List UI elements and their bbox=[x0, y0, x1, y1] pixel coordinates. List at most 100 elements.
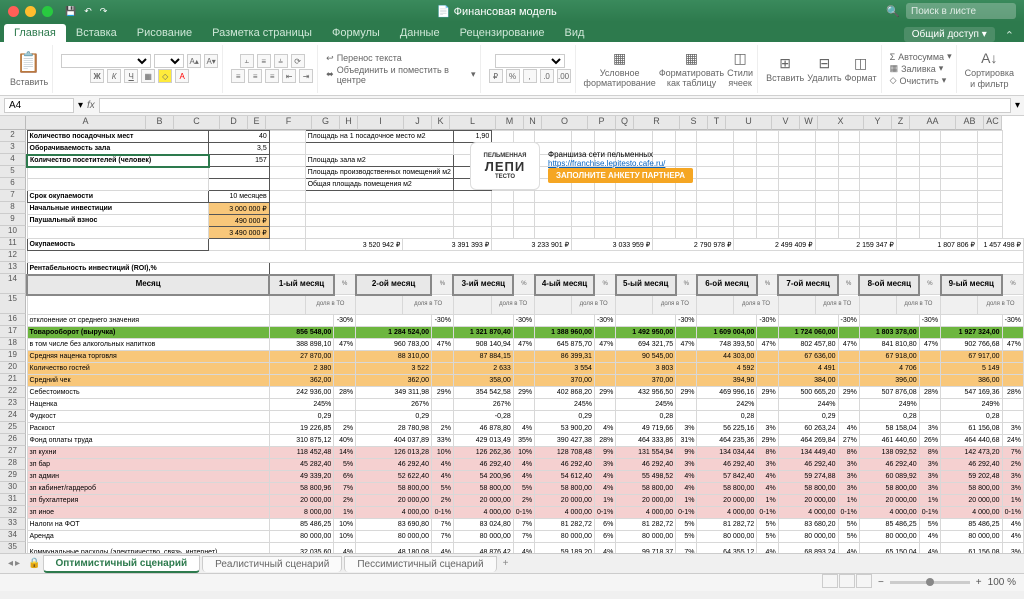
col-header-M[interactable]: M bbox=[496, 116, 524, 130]
sheet-tab-optimistic[interactable]: Оптимистичный сценарий bbox=[43, 555, 201, 573]
name-box[interactable]: A4 bbox=[4, 98, 74, 113]
autosum-icon[interactable]: Σ bbox=[890, 52, 896, 62]
conditional-format-icon[interactable]: ▦ bbox=[611, 50, 629, 68]
zoom-value[interactable]: 100 % bbox=[988, 577, 1016, 588]
select-all-corner[interactable] bbox=[0, 116, 26, 130]
percent-icon[interactable]: % bbox=[506, 69, 520, 83]
sheet-tab-realistic[interactable]: Реалистичный сценарий bbox=[202, 556, 342, 572]
minimize-window[interactable] bbox=[25, 6, 36, 17]
decrease-font-icon[interactable]: A▾ bbox=[204, 54, 218, 68]
indent-right-icon[interactable]: ⇥ bbox=[299, 69, 313, 83]
tab-formulas[interactable]: Формулы bbox=[322, 24, 390, 42]
col-header-O[interactable]: O bbox=[542, 116, 588, 130]
banner-link[interactable]: https://franchise.lepitesto.cafe.ru/ bbox=[548, 159, 693, 168]
col-header-AB[interactable]: AB bbox=[956, 116, 984, 130]
col-header-B[interactable]: B bbox=[146, 116, 174, 130]
fx-icon[interactable]: fx bbox=[87, 100, 95, 111]
col-header-J[interactable]: J bbox=[404, 116, 432, 130]
col-header-N[interactable]: N bbox=[524, 116, 542, 130]
tab-data[interactable]: Данные bbox=[390, 24, 450, 42]
col-header-T[interactable]: T bbox=[708, 116, 726, 130]
fill-color-icon[interactable]: ◇ bbox=[158, 69, 172, 83]
col-header-S[interactable]: S bbox=[680, 116, 708, 130]
col-header-K[interactable]: K bbox=[432, 116, 450, 130]
currency-icon[interactable]: ₽ bbox=[489, 69, 503, 83]
view-buttons[interactable] bbox=[821, 574, 872, 591]
save-icon[interactable]: 💾 bbox=[65, 6, 76, 17]
comma-icon[interactable]: , bbox=[523, 69, 537, 83]
col-header-A[interactable]: A bbox=[26, 116, 146, 130]
tab-insert[interactable]: Вставка bbox=[66, 24, 127, 42]
wrap-text-icon[interactable]: ↩ bbox=[326, 53, 334, 64]
italic-icon[interactable]: К bbox=[107, 69, 121, 83]
merge-icon[interactable]: ⬌ bbox=[326, 69, 334, 80]
increase-font-icon[interactable]: A▴ bbox=[187, 54, 201, 68]
tab-home[interactable]: Главная bbox=[4, 24, 66, 42]
formula-expand-icon[interactable]: ▾ bbox=[1015, 100, 1020, 111]
tab-view[interactable]: Вид bbox=[555, 24, 595, 42]
banner-cta-button[interactable]: ЗАПОЛНИТЕ АНКЕТУ ПАРТНЕРА bbox=[548, 168, 693, 183]
name-box-dropdown-icon[interactable]: ▾ bbox=[78, 100, 83, 111]
zoom-slider[interactable] bbox=[890, 581, 970, 584]
col-header-C[interactable]: C bbox=[174, 116, 220, 130]
col-header-E[interactable]: E bbox=[248, 116, 266, 130]
increase-decimal-icon[interactable]: .0 bbox=[540, 69, 554, 83]
sort-filter-icon[interactable]: A↓ bbox=[980, 49, 998, 67]
col-header-V[interactable]: V bbox=[772, 116, 800, 130]
col-header-AC[interactable]: AC bbox=[984, 116, 1002, 130]
format-cells-icon[interactable]: ◫ bbox=[852, 55, 870, 73]
paste-icon[interactable]: 📋 bbox=[16, 50, 42, 76]
number-format-select[interactable] bbox=[495, 54, 565, 68]
underline-icon[interactable]: Ч bbox=[124, 69, 138, 83]
undo-icon[interactable]: ↶ bbox=[84, 6, 92, 17]
col-header-I[interactable]: I bbox=[358, 116, 404, 130]
col-header-Z[interactable]: Z bbox=[892, 116, 910, 130]
col-header-R[interactable]: R bbox=[634, 116, 680, 130]
sheet-nav[interactable]: ◂▸ bbox=[8, 558, 20, 569]
col-header-D[interactable]: D bbox=[220, 116, 248, 130]
format-table-icon[interactable]: ▦ bbox=[682, 50, 700, 68]
col-header-F[interactable]: F bbox=[266, 116, 312, 130]
tab-page-layout[interactable]: Разметка страницы bbox=[202, 24, 322, 42]
align-bottom-icon[interactable]: ⫨ bbox=[274, 54, 288, 68]
col-header-H[interactable]: H bbox=[340, 116, 358, 130]
maximize-window[interactable] bbox=[42, 6, 53, 17]
align-center-icon[interactable]: ≡ bbox=[248, 69, 262, 83]
col-header-G[interactable]: G bbox=[312, 116, 340, 130]
align-middle-icon[interactable]: ≡ bbox=[257, 54, 271, 68]
orientation-icon[interactable]: ⟳ bbox=[291, 54, 305, 68]
font-color-icon[interactable]: A bbox=[175, 69, 189, 83]
col-header-X[interactable]: X bbox=[818, 116, 864, 130]
cell-styles-icon[interactable]: ◫ bbox=[731, 50, 749, 68]
align-right-icon[interactable]: ≡ bbox=[265, 69, 279, 83]
align-left-icon[interactable]: ≡ bbox=[231, 69, 245, 83]
clear-icon[interactable]: ◇ bbox=[890, 75, 897, 86]
column-headers[interactable]: ABCDEFGHIJKLMNOPQRSTUVWXYZAAABAC bbox=[26, 116, 1002, 130]
font-size-select[interactable] bbox=[154, 54, 184, 68]
col-header-L[interactable]: L bbox=[450, 116, 496, 130]
sheet-tab-pessimistic[interactable]: Пессимистичный сценарий bbox=[344, 556, 496, 572]
col-header-Q[interactable]: Q bbox=[616, 116, 634, 130]
fill-icon[interactable]: ▦ bbox=[890, 63, 899, 74]
font-family-select[interactable] bbox=[61, 54, 151, 68]
close-window[interactable] bbox=[8, 6, 19, 17]
col-header-P[interactable]: P bbox=[588, 116, 616, 130]
ribbon-collapse-icon[interactable]: ⌃ bbox=[999, 29, 1020, 42]
row-headers[interactable]: 2345678910111213141516171819202122232425… bbox=[0, 130, 26, 553]
tab-draw[interactable]: Рисование bbox=[127, 24, 202, 42]
cell-grid[interactable]: Количество посадочных мест40Площадь на 1… bbox=[26, 130, 1024, 553]
formula-input[interactable] bbox=[99, 98, 1011, 113]
add-sheet-button[interactable]: + bbox=[503, 558, 509, 569]
tab-review[interactable]: Рецензирование bbox=[450, 24, 555, 42]
delete-cells-icon[interactable]: ⊟ bbox=[815, 55, 833, 73]
redo-icon[interactable]: ↷ bbox=[100, 6, 108, 17]
col-header-U[interactable]: U bbox=[726, 116, 772, 130]
share-button[interactable]: Общий доступ ▾ bbox=[904, 27, 995, 42]
sheet-search-input[interactable] bbox=[906, 3, 1016, 19]
zoom-in-icon[interactable]: + bbox=[976, 577, 982, 588]
zoom-out-icon[interactable]: − bbox=[878, 577, 884, 588]
align-top-icon[interactable]: ⫠ bbox=[240, 54, 254, 68]
col-header-AA[interactable]: AA bbox=[910, 116, 956, 130]
borders-icon[interactable]: ▦ bbox=[141, 69, 155, 83]
bold-icon[interactable]: Ж bbox=[90, 69, 104, 83]
